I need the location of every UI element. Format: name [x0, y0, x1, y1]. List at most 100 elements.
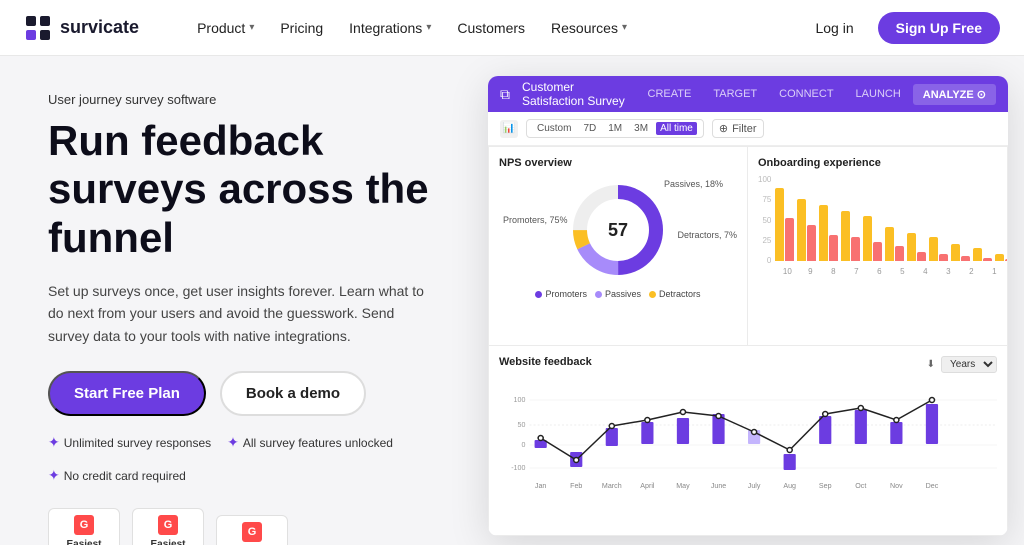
bar-yellow: [885, 227, 894, 261]
chart-icon: 📊: [500, 120, 518, 138]
svg-text:Sep: Sep: [819, 483, 832, 490]
hero-section: User journey survey software Run feedbac…: [0, 56, 1024, 545]
chevron-down-icon: ▾: [426, 22, 431, 33]
onboarding-title: Onboarding experience: [758, 157, 997, 169]
svg-text:July: July: [748, 483, 761, 490]
hero-features: ✦ Unlimited survey responses ✦ All surve…: [48, 434, 432, 484]
feature-unlimited: ✦ Unlimited survey responses: [48, 434, 211, 451]
filter-7d[interactable]: 7D: [579, 122, 600, 135]
bar-label: 0: [1007, 267, 1008, 276]
svg-text:May: May: [676, 483, 690, 490]
legend-detractors-label: Detractors: [659, 289, 701, 299]
filter-label: Filter: [732, 123, 756, 135]
tab-target[interactable]: TARGET: [703, 84, 767, 105]
nps-title: NPS overview: [499, 157, 737, 169]
book-demo-button[interactable]: Book a demo: [220, 371, 366, 416]
feature-unlocked: ✦ All survey features unlocked: [227, 434, 393, 451]
bar-red: [895, 246, 904, 261]
feature-no-cc: ✦ No credit card required: [48, 467, 186, 484]
bar-label: 10: [777, 267, 797, 276]
nps-promoters-label: Promoters, 75%: [503, 215, 568, 225]
combo-chart: 100 50 0 -100: [499, 380, 997, 490]
bar-label: 3: [938, 267, 958, 276]
nav-integrations[interactable]: Integrations ▾: [339, 14, 441, 42]
signup-button[interactable]: Sign Up Free: [878, 12, 1000, 44]
badge-leader: G Leader Mid-Market WINTER2023: [216, 515, 288, 545]
feedback-controls: ⬇ Years: [927, 356, 997, 373]
svg-text:Jan: Jan: [535, 483, 547, 490]
hero-right: ⧉ Customer Satisfaction Survey CREATE TA…: [480, 56, 1024, 545]
badge-easiest-use: G EasiestTo Use Mid-Market WINTER2023: [48, 508, 120, 545]
logo-icon: [24, 14, 52, 42]
nps-detractors-label: Detractors, 7%: [677, 230, 737, 240]
bar-red: [873, 242, 882, 261]
nav-resources[interactable]: Resources ▾: [541, 14, 637, 42]
legend-detractors: Detractors: [649, 289, 701, 299]
tab-create[interactable]: CREATE: [638, 84, 702, 105]
bar-yellow: [951, 244, 960, 261]
bar-red: [851, 237, 860, 261]
nav-customers[interactable]: Customers: [447, 14, 535, 42]
period-select[interactable]: Years: [941, 356, 997, 373]
bar-label: 4: [915, 267, 935, 276]
hero-left: User journey survey software Run feedbac…: [0, 56, 480, 545]
dashboard-content: NPS overview 57: [488, 146, 1008, 536]
hero-buttons: Start Free Plan Book a demo: [48, 371, 432, 416]
check-icon: ✦: [48, 467, 60, 484]
filter-custom[interactable]: Custom: [533, 122, 575, 135]
bar-red: [1005, 259, 1008, 261]
tab-launch[interactable]: LAUNCH: [846, 84, 911, 105]
nps-passives-label: Passives, 18%: [664, 179, 723, 189]
login-button[interactable]: Log in: [803, 14, 865, 42]
filter-1m[interactable]: 1M: [604, 122, 626, 135]
svg-text:Feb: Feb: [570, 483, 582, 490]
dashboard-title: Customer Satisfaction Survey: [522, 80, 626, 108]
check-icon: ✦: [227, 434, 239, 451]
feedback-title: Website feedback: [499, 356, 592, 368]
dashboard-topbar: ⧉ Customer Satisfaction Survey CREATE TA…: [488, 76, 1008, 112]
bar-label: 7: [846, 267, 866, 276]
svg-text:50: 50: [518, 422, 526, 429]
bar-group-1: [797, 199, 816, 261]
brand-name: survicate: [60, 17, 139, 38]
nps-panel: NPS overview 57: [488, 146, 748, 346]
legend-passives-label: Passives: [605, 289, 641, 299]
bar-yellow: [841, 211, 850, 261]
svg-text:April: April: [640, 483, 655, 490]
nps-score: 57: [608, 220, 628, 241]
tab-connect[interactable]: CONNECT: [769, 84, 843, 105]
bar-yellow: [775, 188, 784, 261]
filter-3m[interactable]: 3M: [630, 122, 652, 135]
bar-label: 8: [823, 267, 843, 276]
nav-links: Product ▾ Pricing Integrations ▾ Custome…: [187, 14, 771, 42]
tab-analyze[interactable]: ANALYZE ⊙: [913, 84, 996, 105]
svg-text:-100: -100: [511, 465, 525, 472]
svg-text:Dec: Dec: [926, 483, 939, 490]
onboarding-chart-area: 1007550250 109876543210: [758, 175, 997, 276]
bar-red: [961, 256, 970, 261]
legend-promoters: Promoters: [535, 289, 587, 299]
check-icon: ✦: [48, 434, 60, 451]
bar-red: [785, 218, 794, 261]
legend-promoters-label: Promoters: [545, 289, 587, 299]
nav-pricing[interactable]: Pricing: [270, 14, 333, 42]
nav-product[interactable]: Product ▾: [187, 14, 264, 42]
bar-label: 9: [800, 267, 820, 276]
bar-yellow: [929, 237, 938, 261]
dashboard-logo-icon: ⧉: [500, 86, 510, 103]
start-free-plan-button[interactable]: Start Free Plan: [48, 371, 206, 416]
svg-text:Oct: Oct: [855, 483, 866, 490]
filter-button[interactable]: ⊕ Filter: [712, 119, 764, 138]
detractors-dot: [649, 291, 656, 298]
svg-text:June: June: [711, 483, 726, 490]
hero-title: Run feedback surveys across the funnel: [48, 117, 432, 262]
filter-alltime[interactable]: All time: [656, 122, 697, 135]
bar-yellow: [995, 254, 1004, 261]
download-icon[interactable]: ⬇: [927, 359, 935, 370]
bar-group-7: [929, 237, 948, 261]
brand-logo[interactable]: survicate: [24, 14, 139, 42]
legend-passives: Passives: [595, 289, 641, 299]
bar-group-10: [995, 254, 1008, 261]
svg-text:0: 0: [521, 442, 525, 449]
filter-icon: ⊕: [719, 122, 728, 135]
